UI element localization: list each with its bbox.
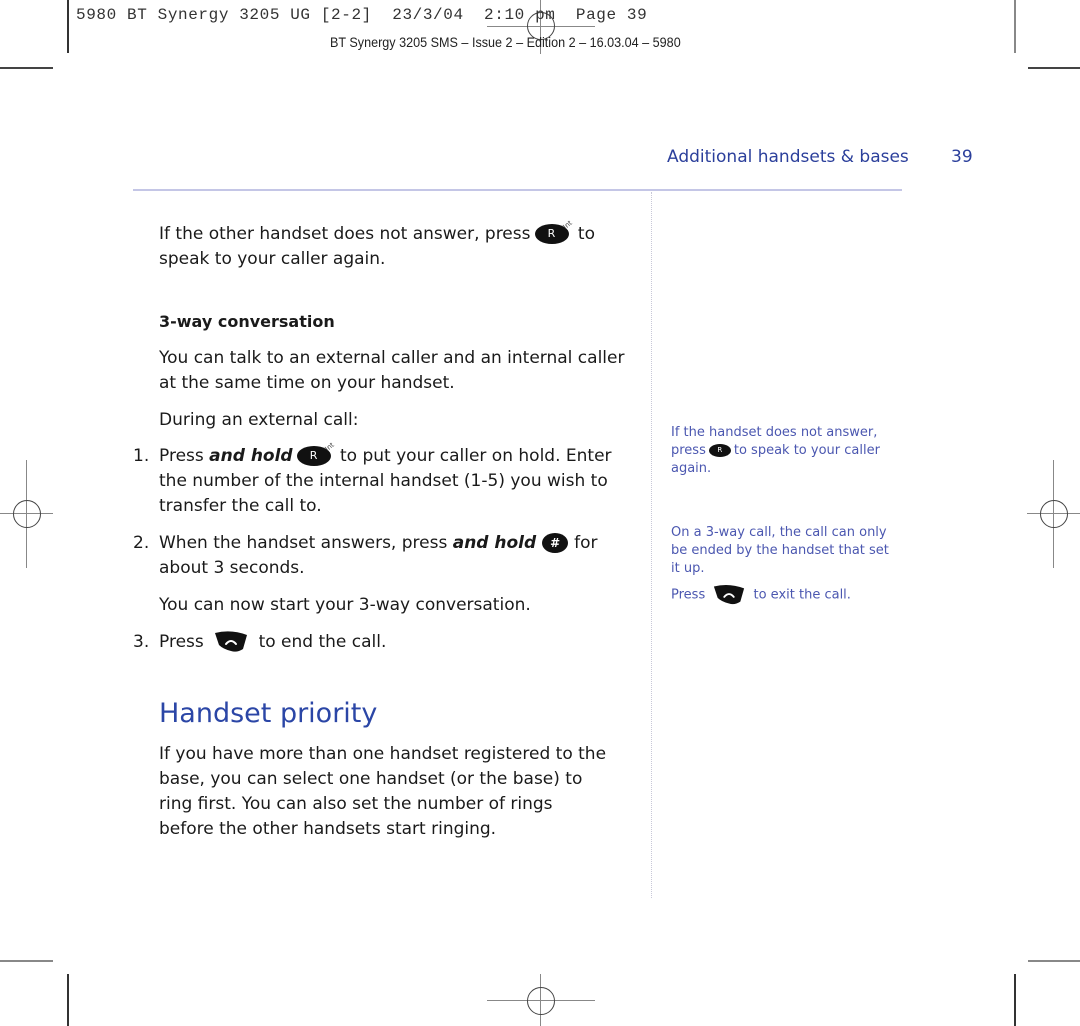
paragraph: You can now start your 3-way conversatio…: [159, 595, 531, 615]
paragraph: If you have more than one handset regist…: [159, 744, 607, 839]
step-number: 2.: [133, 533, 150, 553]
crop-mark: [67, 0, 69, 53]
section-title: Additional handsets & bases: [667, 147, 909, 167]
note-text: Press: [671, 587, 706, 603]
subheading: 3-way conversation: [159, 312, 335, 331]
print-subslug: BT Synergy 3205 SMS – Issue 2 – Edition …: [330, 34, 681, 50]
crop-mark: [1014, 974, 1016, 1026]
step-text: When the handset answers, press: [159, 533, 448, 553]
step-text: Press: [159, 446, 204, 466]
header-rule: [133, 189, 902, 191]
note-text: If the handset does not answer,: [671, 425, 878, 440]
print-slug: 5980 BT Synergy 3205 UG [2-2] 23/3/04 2:…: [76, 6, 648, 24]
step-text: Press: [159, 632, 204, 652]
emphasis: and hold: [209, 446, 293, 466]
intro-text-before: If the other handset does not answer, pr…: [159, 224, 531, 244]
step-3: 3. Press to end the call.: [133, 630, 639, 655]
crop-mark: [0, 960, 53, 962]
paragraph: During an external call:: [159, 410, 359, 430]
registration-mark: [527, 987, 555, 1015]
end-call-icon: [714, 584, 745, 605]
emphasis: and hold: [452, 533, 537, 553]
registration-mark: [1040, 500, 1068, 528]
registration-mark: [13, 500, 41, 528]
crop-mark: [1028, 67, 1080, 69]
page-number: 39: [951, 147, 973, 167]
r-key-label: R: [547, 227, 556, 240]
r-key-icon: R Int: [534, 219, 574, 244]
int-label: Int: [323, 440, 337, 454]
crop-mark: [1028, 960, 1080, 962]
end-call-icon: [215, 631, 248, 652]
step-number: 1.: [133, 446, 150, 466]
r-key-icon: R: [708, 444, 731, 457]
side-note-1: If the handset does not answer, press Rto…: [671, 424, 896, 478]
crop-mark: [67, 974, 69, 1026]
r-key-icon: R Int: [296, 441, 336, 466]
hash-key-icon: #: [542, 533, 569, 553]
step-text: to end the call.: [258, 632, 387, 652]
paragraph: You can talk to an external caller and a…: [159, 348, 625, 393]
step-number: 3.: [133, 632, 150, 652]
intro-paragraph: If the other handset does not answer, pr…: [159, 219, 639, 272]
r-key-label: R: [309, 449, 318, 462]
step-2: 2. When the handset answers, press and h…: [133, 531, 639, 581]
crop-mark: [0, 67, 53, 69]
step-1: 1. Press and hold R Int to put your caller…: [133, 441, 634, 519]
column-divider: [651, 192, 652, 898]
side-note-2: On a 3-way call, the call can only be en…: [671, 525, 889, 576]
note-text: to exit the call.: [753, 587, 851, 603]
section-heading: Handset priority: [159, 698, 378, 729]
crop-mark: [1014, 0, 1016, 53]
note-text: press: [671, 443, 706, 458]
side-note-3: Press to exit the call.: [671, 584, 896, 606]
int-label: Int: [561, 218, 574, 232]
